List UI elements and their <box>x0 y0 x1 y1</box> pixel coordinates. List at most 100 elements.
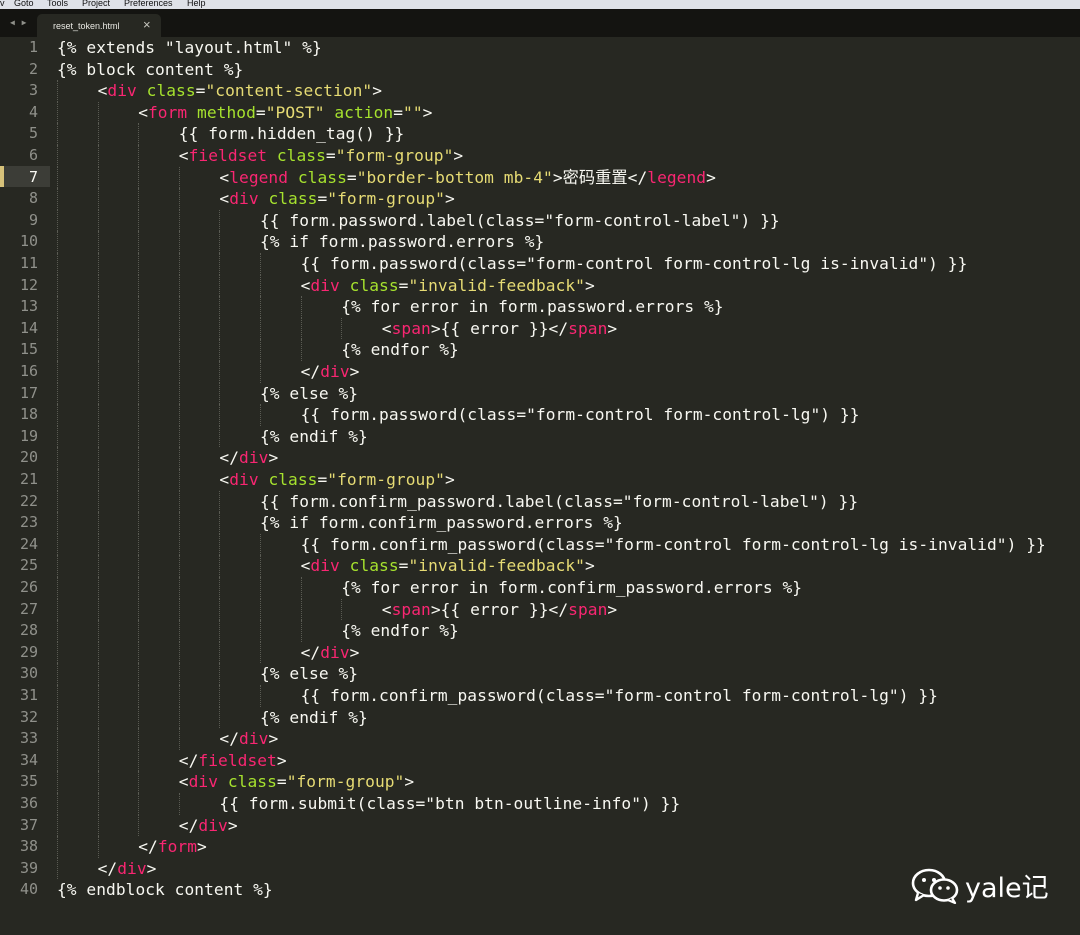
code-line[interactable]: 22 {{ form.confirm_password.label(class="… <box>0 490 1080 513</box>
indent-guide <box>57 814 58 837</box>
indent-guide <box>138 253 140 275</box>
code-line[interactable]: 1 {% extends "layout.html" %} <box>0 37 1080 59</box>
code-line[interactable]: 4 <form method="POST" action=""> <box>0 101 1080 124</box>
indent-guide <box>57 663 58 685</box>
indent-guide <box>57 469 58 491</box>
indent-guide <box>219 404 221 426</box>
code-line[interactable]: 34 </fieldset> <box>0 749 1080 772</box>
code-line[interactable]: 32 {% endif %} <box>0 706 1080 729</box>
code-token: < <box>300 556 311 576</box>
code-line[interactable]: 14 <span>{{ error }}</span> <box>0 317 1080 340</box>
menu-item-tools[interactable]: Tools <box>47 0 68 9</box>
indent-guide <box>219 382 221 405</box>
code-line[interactable]: 35 <div class="form-group"> <box>0 771 1080 793</box>
code-line[interactable]: 16 </div> <box>0 361 1080 383</box>
code-line[interactable]: 27 <span>{{ error }}</span> <box>0 598 1080 621</box>
code-editor[interactable]: 1 {% extends "layout.html" %} 2 {% block co… <box>0 37 1080 935</box>
indent-guide <box>260 641 261 664</box>
indent-guide <box>97 253 99 275</box>
menu-item-goto[interactable]: Goto <box>14 0 34 9</box>
code-line[interactable]: 30 {% else %} <box>0 663 1080 685</box>
code-token: </ <box>219 448 240 468</box>
code-line[interactable]: 6 <fieldset class="form-group"> <box>0 145 1080 167</box>
code-line[interactable]: 19 {% endif %} <box>0 425 1080 448</box>
menu-item-preferences[interactable]: Preferences <box>124 0 173 9</box>
code-token: = <box>393 102 404 122</box>
indent-guide <box>219 231 221 253</box>
code-token: span <box>391 318 431 338</box>
code-line[interactable]: 38 </form> <box>0 836 1080 858</box>
code-token: "form-group" <box>327 189 445 209</box>
code-token: = <box>255 102 266 122</box>
menu-item-project[interactable]: Project <box>82 0 110 9</box>
code-token: > <box>197 837 207 857</box>
tab-nav-arrows-icon[interactable]: ◀ ▶ <box>10 18 27 27</box>
indent-guide <box>138 361 140 383</box>
code-text: {{ form.submit(class="btn btn-outline-in… <box>219 793 680 815</box>
indent-guide <box>300 317 302 340</box>
line-number: 16 <box>19 362 38 380</box>
code-line[interactable]: 25 <div class="invalid-feedback"> <box>0 555 1080 577</box>
code-line[interactable]: 18 {{ form.password(class="form-control f… <box>0 404 1080 426</box>
code-line[interactable]: 8 <div class="form-group"> <box>0 188 1080 210</box>
indent-guide <box>138 555 140 577</box>
code-text: <span>{{ error }}</span> <box>382 318 617 340</box>
code-line[interactable]: 10 {% if form.password.errors %} <box>0 231 1080 253</box>
line-number: 11 <box>19 254 38 272</box>
code-token: fieldset <box>188 146 268 165</box>
indent-guide <box>97 339 99 361</box>
code-line[interactable]: 7 <legend class="border-bottom mb-4">密码重置… <box>0 166 1080 189</box>
code-line[interactable]: 26 {% for error in form.confirm_password.… <box>0 577 1080 599</box>
line-number: 23 <box>19 513 38 532</box>
indent-guide <box>57 641 58 664</box>
menu-item-help[interactable]: Help <box>187 0 206 9</box>
code-line[interactable]: 5 {{ form.hidden_tag() }} <box>0 123 1080 145</box>
code-line[interactable]: 15 {% endfor %} <box>0 339 1080 361</box>
code-line[interactable]: 2 {% block content %} <box>0 59 1080 81</box>
line-number: 24 <box>19 534 38 553</box>
code-line[interactable]: 28 {% endfor %} <box>0 620 1080 642</box>
indent-guide <box>178 188 180 210</box>
code-text: <legend class="border-bottom mb-4">密码重置<… <box>219 167 716 189</box>
code-token: > <box>268 448 279 468</box>
code-line[interactable]: 24 {{ form.confirm_password(class="form-c… <box>0 533 1080 556</box>
indent-guide <box>260 339 261 361</box>
menu-item-view[interactable]: v <box>0 0 5 9</box>
code-line[interactable]: 36 {{ form.submit(class="btn btn-outline-… <box>0 793 1080 815</box>
code-text: {{ form.password(class="form-control for… <box>301 404 860 426</box>
code-line[interactable]: 29 </div> <box>0 641 1080 664</box>
code-token: </ <box>627 167 648 187</box>
indent-guide <box>97 555 99 577</box>
code-line[interactable]: 37 </div> <box>0 814 1080 837</box>
tab-reset-token[interactable]: reset_token.html × <box>37 14 161 37</box>
indent-guide <box>57 361 58 383</box>
code-line[interactable]: 11 {{ form.password(class="form-control f… <box>0 253 1080 275</box>
code-line[interactable]: 20 </div> <box>0 447 1080 469</box>
indent-guide <box>219 425 221 448</box>
code-line[interactable]: 9 {{ form.password.label(class="form-cont… <box>0 209 1080 232</box>
indent-guide <box>97 641 99 664</box>
indent-guide <box>219 685 221 707</box>
code-line[interactable]: 33 </div> <box>0 728 1080 750</box>
indent-guide <box>178 512 180 534</box>
code-line[interactable]: 17 {% else %} <box>0 382 1080 405</box>
code-line[interactable]: 13 {% for error in form.password.errors %… <box>0 296 1080 318</box>
code-text: <div class="form-group"> <box>219 469 454 491</box>
indent-guide <box>138 339 140 361</box>
close-icon[interactable]: × <box>143 17 151 32</box>
code-token: action <box>334 102 394 122</box>
indent-guide <box>57 512 58 534</box>
code-line[interactable]: 3 <div class="content-section"> <box>0 80 1080 102</box>
code-line[interactable]: 21 <div class="form-group"> <box>0 469 1080 491</box>
indent-guide <box>57 706 58 729</box>
code-line[interactable]: 12 <div class="invalid-feedback"> <box>0 274 1080 297</box>
code-token: </ <box>548 318 569 338</box>
indent-guide <box>219 339 221 361</box>
code-line[interactable]: 31 {{ form.confirm_password(class="form-c… <box>0 685 1080 707</box>
code-line[interactable]: 23 {% if form.confirm_password.errors %} <box>0 512 1080 534</box>
code-text: {% if form.confirm_password.errors %} <box>260 512 623 534</box>
